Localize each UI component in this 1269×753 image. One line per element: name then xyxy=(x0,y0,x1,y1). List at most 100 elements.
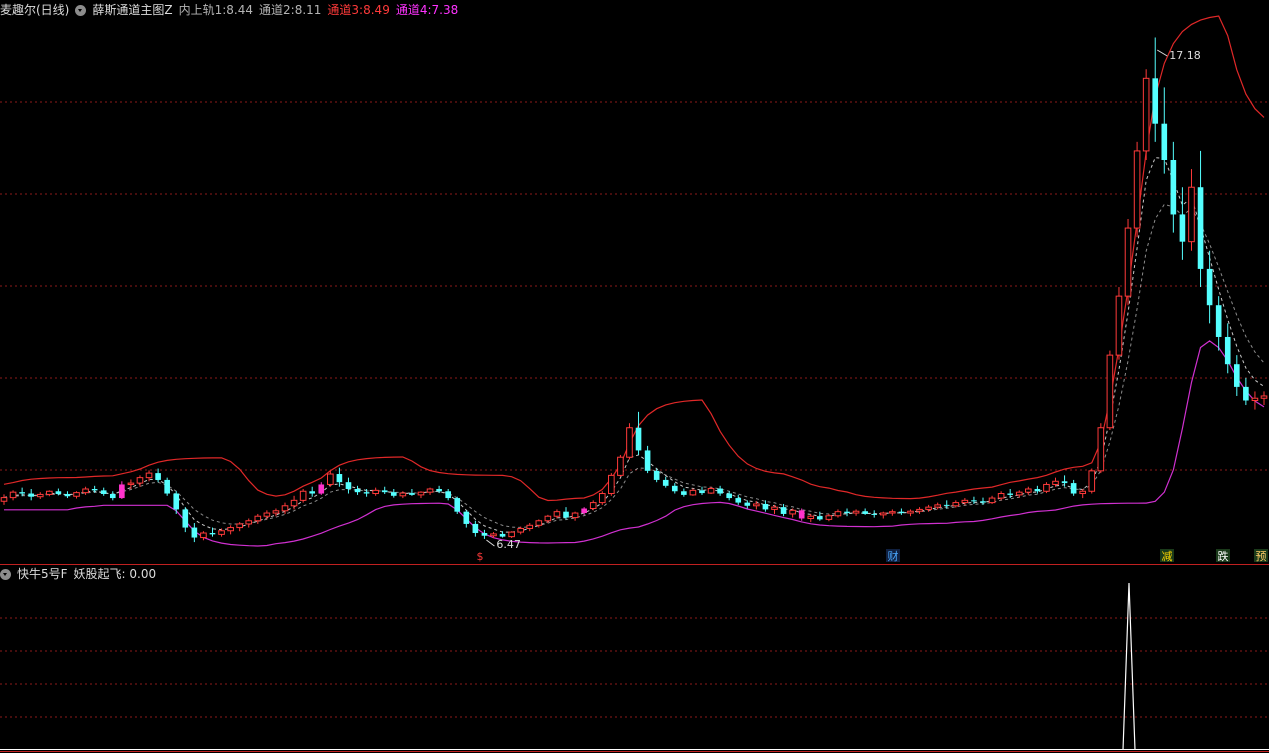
candle-body xyxy=(699,490,705,494)
candle-body xyxy=(563,511,569,518)
candle xyxy=(399,491,407,499)
candle-body xyxy=(1124,227,1132,297)
candle xyxy=(318,482,325,495)
candle xyxy=(173,491,180,514)
candle-body xyxy=(445,491,451,499)
candle xyxy=(409,488,415,496)
candle-body xyxy=(345,482,352,489)
channel-upper-line xyxy=(3,15,1265,502)
candle-body xyxy=(1224,336,1231,365)
candle-body xyxy=(309,491,316,494)
candle-body xyxy=(735,498,742,503)
candle xyxy=(589,500,597,511)
candle-body xyxy=(1070,483,1077,494)
candle-body xyxy=(1015,491,1023,496)
marker-label: 财 xyxy=(888,549,899,563)
candle xyxy=(825,513,833,522)
candle-body xyxy=(454,498,461,512)
candle-body xyxy=(91,488,98,491)
candle-body xyxy=(191,527,198,538)
candle-body xyxy=(1052,480,1059,485)
sub-header: 快牛5号F 妖股起飞: 0.00 xyxy=(0,566,156,582)
candle xyxy=(0,494,8,505)
candle-body xyxy=(109,493,116,499)
candle-body xyxy=(916,508,923,512)
indicator-menu-icon[interactable] xyxy=(75,4,87,16)
candle-body xyxy=(281,505,289,512)
grid-lines xyxy=(0,101,1269,752)
candle-body xyxy=(608,474,615,495)
candle-body xyxy=(689,489,697,496)
candle xyxy=(481,529,488,539)
candle xyxy=(290,495,298,510)
sub-indicator-menu-icon[interactable] xyxy=(0,568,11,580)
candle-body xyxy=(1088,470,1096,492)
candle-body xyxy=(753,503,760,507)
candle-body xyxy=(544,515,552,522)
candle xyxy=(1251,391,1259,410)
candle-body xyxy=(127,482,135,485)
candle xyxy=(563,507,569,520)
candle-body xyxy=(0,497,8,502)
candle-body xyxy=(327,473,334,485)
candle-body xyxy=(272,510,280,514)
candle xyxy=(245,518,253,528)
candle-body xyxy=(155,473,161,480)
candle-body xyxy=(1260,395,1268,399)
candle xyxy=(1142,69,1150,160)
candle-body xyxy=(218,530,225,535)
value-inner-upper: 内上轨1:8.44 xyxy=(178,3,254,17)
candle xyxy=(1179,187,1186,260)
candle-body xyxy=(589,502,597,510)
candle xyxy=(699,486,705,495)
candle-body xyxy=(299,490,307,501)
candle xyxy=(553,509,561,519)
stock-name[interactable]: 麦趣尔(日线) xyxy=(0,2,69,18)
candle xyxy=(617,454,624,477)
candle xyxy=(64,491,71,499)
candle-body xyxy=(997,493,1005,499)
candle xyxy=(626,423,633,460)
marker-label: 预 xyxy=(1256,550,1267,563)
sub-indicator-name[interactable]: 快牛5号F xyxy=(17,566,68,582)
candle xyxy=(807,513,815,523)
candle xyxy=(681,488,687,497)
candle xyxy=(834,509,842,518)
candle-body xyxy=(852,510,860,514)
candle-body xyxy=(771,506,778,510)
candle-body xyxy=(55,491,62,494)
candle-body xyxy=(209,533,216,535)
candle-body xyxy=(254,515,262,522)
candle-body xyxy=(744,502,751,506)
candle xyxy=(717,485,723,496)
candle-body xyxy=(318,484,325,494)
candle xyxy=(789,508,796,518)
candle-body xyxy=(1025,488,1032,493)
candle xyxy=(9,490,17,501)
candle xyxy=(1152,37,1159,142)
candle xyxy=(1088,468,1096,494)
high-pointer xyxy=(1156,49,1168,57)
candle-body xyxy=(535,520,543,526)
candle-body xyxy=(762,503,769,510)
candle-body xyxy=(472,523,479,534)
candle-body xyxy=(726,493,732,499)
candle-body xyxy=(1170,160,1177,215)
candle xyxy=(436,485,442,494)
low-pointer xyxy=(486,539,495,547)
candle-body xyxy=(1061,481,1068,484)
indicator-name[interactable]: 薛斯通道主图Z xyxy=(92,2,172,18)
candle-body xyxy=(1243,386,1249,401)
candle-body xyxy=(1179,214,1186,242)
candle xyxy=(707,486,715,494)
candle-body xyxy=(227,527,234,532)
candle-body xyxy=(617,456,624,476)
candle xyxy=(1070,479,1077,496)
candle-body xyxy=(717,488,723,494)
candle-body xyxy=(707,488,715,494)
candle-body xyxy=(164,479,170,494)
candle xyxy=(644,445,651,474)
candle xyxy=(1133,141,1141,238)
candle xyxy=(463,510,470,528)
candle xyxy=(744,500,751,509)
